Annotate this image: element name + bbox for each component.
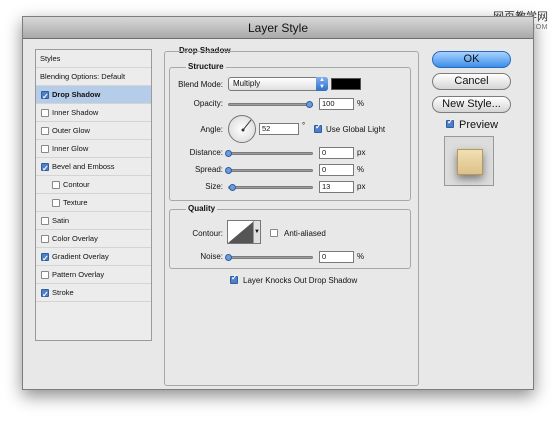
opacity-unit: % (357, 99, 365, 108)
size-slider[interactable] (228, 186, 313, 189)
style-item[interactable]: Inner Glow (36, 140, 151, 158)
use-global-light-checkbox[interactable] (314, 122, 322, 133)
noise-slider[interactable] (228, 256, 313, 259)
style-item-label: Pattern Overlay (52, 270, 105, 279)
blend-mode-label: Blend Mode: (178, 80, 223, 89)
chevron-down-icon: ▼ (253, 221, 260, 243)
style-item-checkbox[interactable] (52, 181, 60, 189)
blending-options-item[interactable]: Blending Options: Default (36, 68, 151, 86)
style-item-label: Bevel and Emboss (52, 162, 115, 171)
knockout-checkbox[interactable] (230, 273, 238, 284)
style-item-label: Drop Shadow (52, 90, 101, 99)
style-item-label: Outer Glow (52, 126, 90, 135)
distance-input[interactable]: 0 (319, 147, 354, 159)
angle-needle-icon (241, 119, 252, 132)
style-item[interactable]: Drop Shadow (36, 86, 151, 105)
style-item[interactable]: Pattern Overlay (36, 266, 151, 284)
angle-dial[interactable] (228, 115, 256, 143)
contour-label: Contour: (192, 229, 223, 238)
angle-label: Angle: (200, 125, 223, 134)
opacity-input[interactable]: 100 (319, 98, 354, 110)
style-item-checkbox[interactable] (41, 160, 49, 177)
preview-swatch (457, 149, 483, 175)
styles-header[interactable]: Styles (36, 50, 151, 68)
cancel-button[interactable]: Cancel (432, 73, 511, 90)
style-item-label: Inner Glow (52, 144, 89, 153)
noise-label: Noise: (200, 252, 223, 261)
ok-button[interactable]: OK (432, 51, 511, 68)
size-slider-handle[interactable] (229, 184, 237, 191)
style-item[interactable]: Gradient Overlay (36, 248, 151, 267)
noise-unit: % (357, 252, 365, 261)
distance-slider-handle[interactable] (225, 150, 232, 157)
style-item-label: Stroke (52, 288, 74, 297)
noise-slider-handle[interactable] (225, 254, 232, 261)
use-global-light-label: Use Global Light (326, 125, 386, 134)
quality-title: Quality (186, 204, 218, 213)
blend-mode-select[interactable]: Multiply ▲ ▼ (228, 77, 328, 91)
opacity-label: Opacity: (193, 99, 223, 108)
distance-slider[interactable] (228, 152, 313, 155)
preview-checkbox[interactable] (446, 117, 454, 128)
chevron-updown-icon: ▲ ▼ (316, 77, 328, 91)
style-item-checkbox[interactable] (41, 217, 49, 225)
anti-aliased-label: Anti-aliased (284, 229, 326, 238)
structure-title: Structure (186, 62, 226, 71)
window-title: Layer Style (23, 17, 533, 39)
style-item-label: Satin (52, 216, 70, 225)
style-item-label: Contour (63, 180, 90, 189)
preview-thumbnail (444, 136, 494, 186)
style-item[interactable]: Texture (36, 194, 151, 212)
style-item-checkbox[interactable] (52, 199, 60, 207)
spread-unit: % (357, 165, 365, 174)
style-item-label: Inner Shadow (52, 108, 99, 117)
noise-input[interactable]: 0 (319, 251, 354, 263)
knockout-label: Layer Knocks Out Drop Shadow (243, 276, 358, 285)
style-item-checkbox[interactable] (41, 88, 49, 105)
anti-aliased-checkbox[interactable] (270, 229, 278, 237)
style-item[interactable]: Satin (36, 212, 151, 230)
size-label: Size: (205, 182, 223, 191)
style-item[interactable]: Stroke (36, 284, 151, 303)
layer-style-dialog: Layer Style Styles Blending Options: Def… (22, 16, 534, 390)
size-unit: px (357, 182, 366, 191)
distance-unit: px (357, 148, 366, 157)
style-item-label: Color Overlay (52, 234, 98, 243)
blend-mode-value: Multiply (233, 79, 261, 88)
style-item[interactable]: Color Overlay (36, 230, 151, 248)
style-item-checkbox[interactable] (41, 286, 49, 303)
new-style-button[interactable]: New Style... (432, 96, 511, 113)
angle-input[interactable]: 52 (259, 123, 299, 135)
spread-slider-handle[interactable] (225, 167, 232, 174)
spread-slider[interactable] (228, 169, 313, 172)
opacity-slider[interactable] (228, 103, 313, 106)
style-item-checkbox[interactable] (41, 145, 49, 153)
size-input[interactable]: 13 (319, 181, 354, 193)
opacity-slider-handle[interactable] (306, 101, 313, 108)
spread-label: Spread: (194, 165, 223, 174)
spread-input[interactable]: 0 (319, 164, 354, 176)
style-item[interactable]: Outer Glow (36, 122, 151, 140)
style-item-label: Texture (63, 198, 88, 207)
style-item[interactable]: Bevel and Emboss (36, 158, 151, 177)
style-item[interactable]: Contour (36, 176, 151, 194)
style-item-checkbox[interactable] (41, 235, 49, 243)
style-item-checkbox[interactable] (41, 127, 49, 135)
style-item-label: Gradient Overlay (52, 252, 109, 261)
style-item[interactable]: Inner Shadow (36, 104, 151, 122)
preview-label: Preview (459, 119, 499, 131)
contour-curve-icon (228, 221, 254, 243)
contour-picker[interactable]: ▼ (227, 220, 261, 244)
shadow-color-swatch[interactable] (331, 78, 361, 90)
angle-unit: ° (302, 121, 306, 130)
distance-label: Distance: (189, 148, 223, 157)
style-item-checkbox[interactable] (41, 109, 49, 117)
style-item-checkbox[interactable] (41, 271, 49, 279)
styles-list: Styles Blending Options: Default Drop Sh… (35, 49, 152, 341)
style-item-checkbox[interactable] (41, 250, 49, 267)
